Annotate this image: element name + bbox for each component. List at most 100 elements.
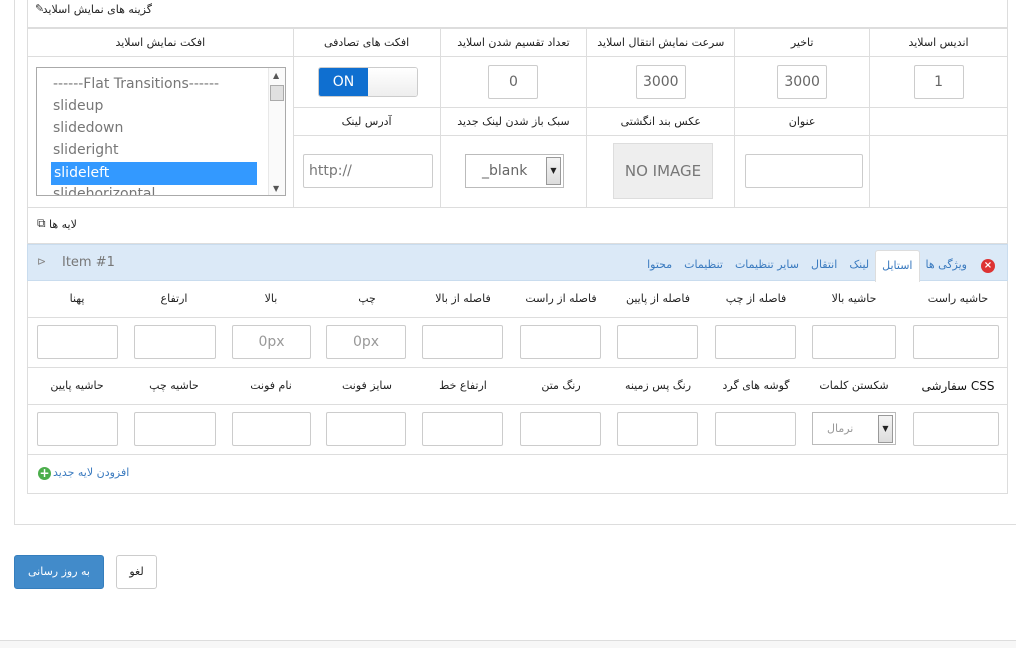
style-row2-headers: CSS سفارشی شکستن کلمات گوشه های گرد رنگ …: [28, 368, 1007, 405]
close-icon[interactable]: ×: [981, 259, 995, 273]
background-color-input[interactable]: [617, 412, 698, 446]
margin-right-input[interactable]: [913, 325, 999, 359]
hdr-font-name: نام فونت: [250, 379, 292, 392]
hdr-link-address: آدرس لینک: [292, 107, 441, 136]
thumbnail-placeholder[interactable]: NO IMAGE: [613, 143, 713, 199]
hdr-slices: تعداد تقسیم شدن اسلاید: [439, 28, 588, 57]
margin-left-input[interactable]: [134, 412, 216, 446]
height-input[interactable]: [134, 325, 216, 359]
custom-css-input[interactable]: [913, 412, 999, 446]
hdr-height: ارتفاع: [160, 292, 188, 305]
padding-right-input[interactable]: [520, 325, 601, 359]
hdr-background-color: رنگ پس زمینه: [624, 379, 692, 392]
list-item[interactable]: ------Flat Transitions------: [53, 76, 219, 92]
remove-layer-button[interactable]: ×: [973, 250, 999, 282]
empty-hdr: [869, 107, 1008, 136]
chevron-down-icon: ▼: [546, 157, 561, 185]
copy-icon: ⧉: [37, 216, 46, 230]
text-color-input[interactable]: [520, 412, 601, 446]
tab-properties[interactable]: ویژگی ها: [920, 250, 974, 282]
tag-icon: ⊳: [37, 255, 47, 268]
slide-index-input[interactable]: 1: [913, 65, 964, 99]
list-item-selected[interactable]: slideleft: [51, 162, 257, 185]
style-row1-inputs: 0px 0px: [28, 318, 1007, 368]
hdr-link-target: سبک باز شدن لینک جدید: [439, 107, 588, 136]
scroll-down-icon[interactable]: ▼: [273, 184, 279, 193]
list-item[interactable]: slidehorizontal: [53, 186, 155, 195]
tab-other-settings[interactable]: سایر تنظیمات: [729, 250, 805, 282]
hdr-margin-right: حاشیه راست: [927, 292, 989, 305]
scroll-thumb[interactable]: [270, 85, 284, 101]
padding-bottom-input[interactable]: [617, 325, 698, 359]
slices-input[interactable]: 0: [488, 65, 539, 99]
speed-input[interactable]: 3000: [635, 65, 686, 99]
hdr-top: بالا: [264, 292, 278, 305]
hdr-random-effects: افکت های تصادفی: [292, 28, 441, 57]
hdr-custom-css: CSS سفارشی: [921, 379, 995, 393]
top-input[interactable]: 0px: [232, 325, 311, 359]
link-address-input[interactable]: http://: [303, 154, 433, 188]
hdr-effect: افکت نمایش اسلاید: [27, 28, 294, 57]
padding-left-input[interactable]: [715, 325, 796, 359]
list-item[interactable]: slideup: [53, 98, 103, 114]
hdr-text-color: رنگ متن: [541, 379, 581, 392]
line-height-input[interactable]: [422, 412, 503, 446]
update-button[interactable]: به روز رسانی: [14, 555, 104, 589]
hdr-margin-top: حاشیه بالا: [831, 292, 877, 305]
scroll-up-icon[interactable]: ▲: [273, 71, 279, 80]
hdr-margin-left: حاشیه چپ: [149, 379, 199, 392]
page: گزینه های نمایش اسلاید ✎ افکت نمایش اسلا…: [0, 0, 1016, 648]
list-item[interactable]: slideright: [53, 142, 118, 158]
hdr-delay: تاخیر: [734, 28, 871, 57]
chevron-down-icon: ▼: [878, 415, 893, 443]
padding-top-input[interactable]: [422, 325, 503, 359]
empty-cell: [869, 135, 1008, 208]
hdr-title: عنوان: [734, 107, 871, 136]
layer-tabs: محتوا تنظیمات سایر تنظیمات انتقال لینک ا…: [641, 250, 999, 282]
font-name-input[interactable]: [232, 412, 311, 446]
listbox-scrollbar[interactable]: ▲ ▼: [268, 68, 285, 195]
plus-icon[interactable]: +: [38, 467, 51, 480]
hdr-word-break: شکستن کلمات: [819, 379, 889, 392]
hdr-font-size: سایز فونت: [342, 379, 392, 392]
footer-divider: [0, 640, 1016, 648]
tab-content[interactable]: محتوا: [641, 250, 678, 282]
word-break-select[interactable]: نرمال ▼: [812, 412, 896, 445]
link-target-value: _blank: [482, 163, 528, 179]
font-size-input[interactable]: [326, 412, 406, 446]
delay-input[interactable]: 3000: [777, 65, 828, 99]
tab-style[interactable]: استایل: [875, 250, 920, 282]
word-break-value: نرمال: [827, 422, 854, 435]
toggle-off-side: [368, 68, 417, 96]
style-row1-headers: حاشیه راست حاشیه بالا فاصله از چپ فاصله …: [28, 281, 1007, 318]
toggle-on-label: ON: [319, 68, 368, 96]
left-input[interactable]: 0px: [326, 325, 406, 359]
layer-item-name: Item #1: [62, 255, 115, 270]
hdr-padding-top: فاصله از بالا: [435, 292, 491, 305]
tab-transition[interactable]: انتقال: [805, 250, 843, 282]
section-header: گزینه های نمایش اسلاید: [27, 0, 1008, 28]
hdr-padding-right: فاصله از راست: [525, 292, 597, 305]
layer-item-bar[interactable]: ⊳ Item #1 محتوا تنظیمات سایر تنظیمات انت…: [27, 244, 1008, 282]
hdr-speed: سرعت نمایش انتقال اسلاید: [586, 28, 736, 57]
link-target-select[interactable]: _blank ▼: [465, 154, 564, 188]
cancel-button[interactable]: لغو: [116, 555, 157, 589]
section-title: گزینه های نمایش اسلاید: [42, 3, 152, 16]
effects-listbox[interactable]: ------Flat Transitions------ slideup sli…: [36, 67, 286, 196]
wrench-icon: ✎: [35, 2, 45, 15]
hdr-width: پهنا: [69, 292, 85, 305]
hdr-thumbnail: عکس بند انگشتی: [586, 107, 736, 136]
hdr-border-radius: گوشه های گرد: [722, 379, 790, 392]
tab-link[interactable]: لینک: [843, 250, 875, 282]
title-input[interactable]: [745, 154, 863, 188]
random-effects-toggle[interactable]: ON: [318, 67, 418, 97]
tab-settings[interactable]: تنظیمات: [678, 250, 729, 282]
hdr-index: اندیس اسلاید: [869, 28, 1008, 57]
width-input[interactable]: [37, 325, 118, 359]
hdr-line-height: ارتفاع خط: [439, 379, 487, 392]
margin-bottom-input[interactable]: [37, 412, 118, 446]
border-radius-input[interactable]: [715, 412, 796, 446]
add-layer-link[interactable]: افزودن لایه جدید: [53, 466, 129, 479]
list-item[interactable]: slidedown: [53, 120, 123, 136]
margin-top-input[interactable]: [812, 325, 896, 359]
